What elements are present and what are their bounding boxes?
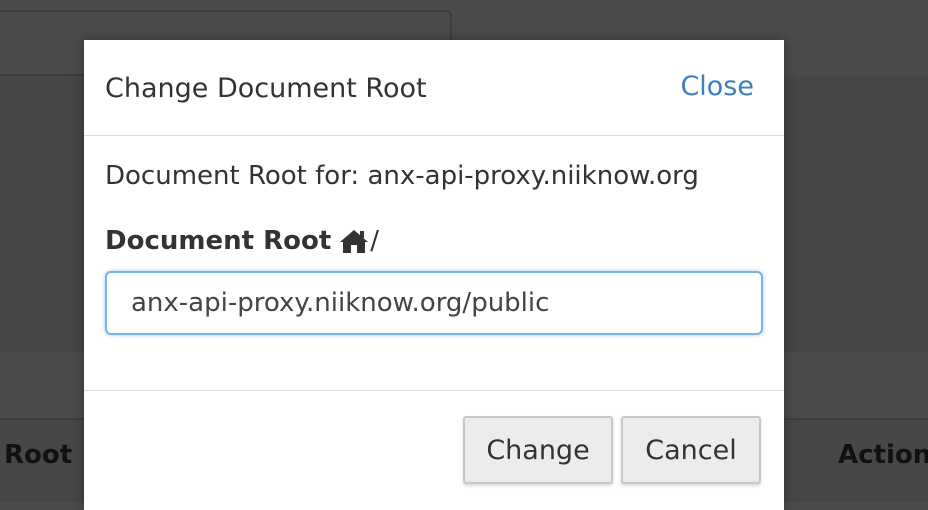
change-button[interactable]: Change [463, 416, 613, 484]
home-icon [339, 228, 369, 254]
document-root-label: Document Root / [105, 226, 379, 256]
column-header-root: Root [4, 440, 73, 470]
dialog-title: Change Document Root [105, 73, 427, 104]
dialog-footer: Change Cancel [84, 391, 784, 510]
dialog-body: Document Root for: anx-api-proxy.niiknow… [84, 136, 784, 391]
path-separator: / [370, 226, 380, 256]
close-link[interactable]: Close [680, 71, 754, 102]
change-document-root-dialog: Change Document Root Close Document Root… [84, 40, 784, 510]
document-root-label-text: Document Root [105, 226, 332, 256]
document-root-for-text: Document Root for: anx-api-proxy.niiknow… [105, 161, 699, 191]
column-header-actions: Action [838, 440, 928, 470]
cancel-button[interactable]: Cancel [621, 416, 761, 484]
dialog-header: Change Document Root Close [84, 40, 784, 136]
document-root-input[interactable] [105, 271, 763, 335]
